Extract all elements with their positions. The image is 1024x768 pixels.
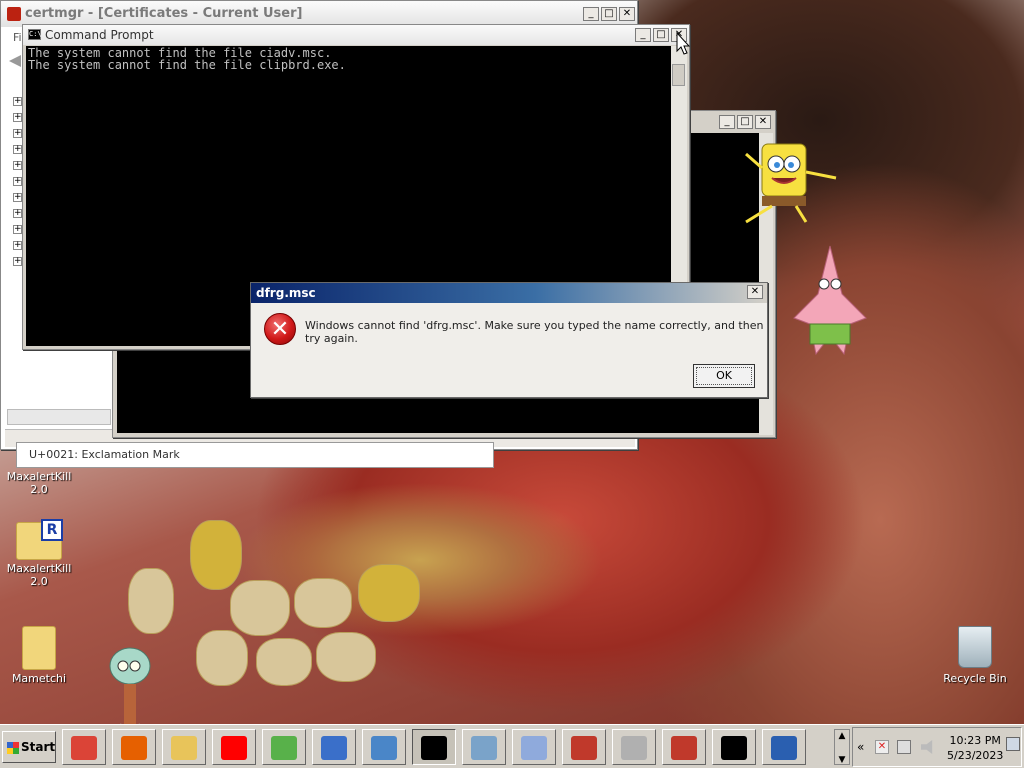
tree-expander[interactable]: +	[13, 209, 22, 218]
desktop-icon-label: Mametchi	[11, 672, 67, 685]
tree-expander[interactable]: +	[13, 145, 22, 154]
system-tray: « ✕ 10:23 PM 5/23/2023	[852, 727, 1022, 767]
taskbar: Start ▲ ▼ « ✕ 10:23 PM 5/23/2023	[0, 724, 1024, 768]
desktop-icon-label: Recycle Bin	[943, 672, 1007, 685]
start-label: Start	[21, 740, 56, 754]
green-app-icon	[271, 736, 297, 760]
network-icon[interactable]	[897, 740, 911, 754]
tree-expander[interactable]: +	[13, 97, 22, 106]
taskbar-button-chrome[interactable]	[62, 729, 106, 765]
tree-expander[interactable]: +	[13, 129, 22, 138]
dialog-message: Windows cannot find 'dfrg.msc'. Make sur…	[305, 319, 764, 345]
show-hidden-icons-button[interactable]: «	[857, 740, 864, 754]
certificate-icon	[7, 7, 21, 21]
taskbar-button-green-app[interactable]	[262, 729, 306, 765]
menu-file[interactable]: Fi	[13, 31, 22, 44]
taskbar-button-wordpad[interactable]	[312, 729, 356, 765]
taskbar-button-command-prompt-2[interactable]	[712, 729, 756, 765]
desktop-icon-maxalertkill-2[interactable]: R MaxalertKill 2.0	[0, 519, 78, 588]
maximize-button[interactable]: □	[737, 115, 753, 129]
recycle-bin-icon	[958, 626, 992, 668]
clock[interactable]: 10:23 PM 5/23/2023	[947, 733, 1003, 763]
printer-icon	[621, 736, 647, 760]
toolbox-icon	[571, 736, 597, 760]
tree-expander[interactable]: +	[13, 177, 22, 186]
chrome-icon	[71, 736, 97, 760]
desktop-icon-label: MaxalertKill 2.0	[6, 562, 72, 588]
folder-icon	[22, 626, 56, 670]
folder-icon: R	[16, 519, 63, 560]
dialog-title: dfrg.msc	[256, 286, 316, 300]
wallpaper-teeth	[110, 520, 440, 690]
character-info: U+0021: Exclamation Mark	[29, 448, 180, 461]
taskbar-button-calculator[interactable]	[462, 729, 506, 765]
taskbar-button-firefox[interactable]	[112, 729, 156, 765]
lambda-app-icon	[521, 736, 547, 760]
show-desktop-icon[interactable]	[1006, 737, 1020, 751]
horizontal-scrollbar[interactable]	[7, 409, 111, 425]
certmgr-title: certmgr - [Certificates - Current User]	[25, 6, 303, 21]
taskbar-button-printer[interactable]	[612, 729, 656, 765]
taskbar-button-lambda-app[interactable]	[512, 729, 556, 765]
taskbar-scroll-arrows[interactable]: ▲ ▼	[834, 729, 850, 765]
tree-expander[interactable]: +	[13, 161, 22, 170]
taskbar-button-security-shield[interactable]	[762, 729, 806, 765]
dialog-titlebar[interactable]: dfrg.msc	[251, 283, 767, 303]
security-shield-icon	[771, 736, 797, 760]
calculator-icon	[471, 736, 497, 760]
desktop-icon-recycle-bin[interactable]: Recycle Bin	[940, 626, 1010, 685]
dialog-close-button[interactable]: ✕	[747, 285, 763, 299]
windows-logo-icon	[7, 742, 19, 754]
firefox-icon	[121, 736, 147, 760]
console-icon: C:\	[28, 29, 42, 40]
back-arrow-icon[interactable]	[9, 55, 21, 67]
taskbar-button-explorer-folder[interactable]	[162, 729, 206, 765]
desktop-icon-mametchi[interactable]: Mametchi	[0, 626, 78, 685]
explorer-folder-icon	[171, 736, 197, 760]
toolbox-2-icon	[671, 736, 697, 760]
action-center-icon[interactable]: ✕	[875, 740, 889, 754]
r-badge-icon: R	[41, 519, 63, 541]
command-prompt-icon	[421, 736, 447, 760]
spongebob-sprite-icon	[745, 143, 837, 224]
tree-expander[interactable]: +	[13, 225, 22, 234]
command-prompt-2-icon	[721, 736, 747, 760]
taskbar-button-network-tool[interactable]	[362, 729, 406, 765]
charmap-status-bar: U+0021: Exclamation Mark	[16, 442, 494, 468]
taskbar-button-toolbox-2[interactable]	[662, 729, 706, 765]
close-button[interactable]: ✕	[619, 7, 635, 21]
close-button[interactable]: ✕	[755, 115, 771, 129]
yandex-icon	[221, 736, 247, 760]
cmd-titlebar[interactable]: C:\ Command Prompt	[23, 25, 689, 45]
taskbar-button-command-prompt[interactable]	[412, 729, 456, 765]
clock-date: 5/23/2023	[947, 749, 1004, 762]
maximize-button[interactable]: □	[653, 28, 669, 42]
tree-expander[interactable]: +	[13, 257, 22, 266]
minimize-button[interactable]: _	[583, 7, 599, 21]
taskbar-button-toolbox[interactable]	[562, 729, 606, 765]
minimize-button[interactable]: _	[635, 28, 651, 42]
tree-expander[interactable]: +	[13, 193, 22, 202]
console-line: The system cannot find the file clipbrd.…	[28, 58, 346, 72]
ok-button[interactable]: OK	[693, 364, 755, 388]
cmd-title: Command Prompt	[45, 28, 154, 42]
network-tool-icon	[371, 736, 397, 760]
wordpad-icon	[321, 736, 347, 760]
desktop-icon-maxalertkill[interactable]: MaxalertKill 2.0	[0, 470, 78, 496]
maximize-button[interactable]: □	[601, 7, 617, 21]
tree-expander[interactable]: +	[13, 113, 22, 122]
taskbar-button-yandex[interactable]	[212, 729, 256, 765]
minimize-button[interactable]: _	[719, 115, 735, 129]
error-icon: ✕	[264, 313, 296, 345]
tree-expander[interactable]: +	[13, 241, 22, 250]
start-button[interactable]: Start	[2, 731, 56, 763]
patrick-sprite-icon	[793, 245, 867, 356]
volume-muted-icon[interactable]	[921, 740, 933, 754]
desktop-icon-label: MaxalertKill 2.0	[6, 470, 72, 496]
clock-time: 10:23 PM	[949, 734, 1001, 747]
mouse-cursor-icon	[676, 32, 690, 55]
error-dialog[interactable]: dfrg.msc ✕ ✕ Windows cannot find 'dfrg.m…	[250, 282, 768, 398]
scroll-thumb[interactable]	[672, 64, 685, 86]
